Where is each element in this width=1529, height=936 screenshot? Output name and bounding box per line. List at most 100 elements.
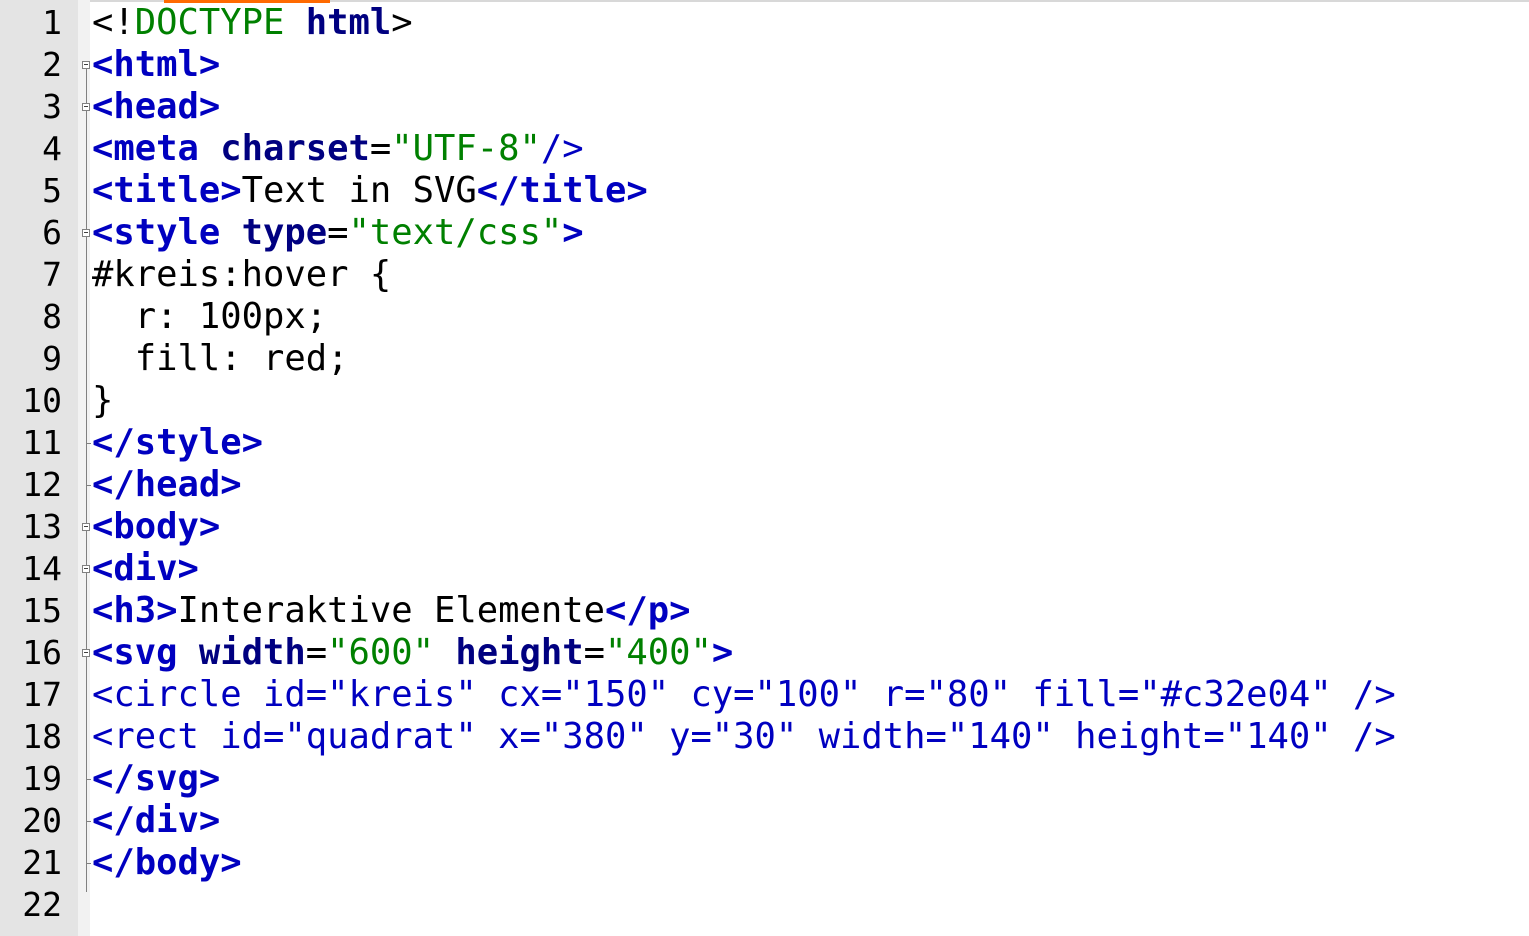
code-text[interactable]: <circle id="kreis" cx="150" cy="100" r="… <box>92 674 1396 716</box>
line-number: 15 <box>22 591 62 630</box>
code-line[interactable]: 1 <!DOCTYPE html> <box>0 2 1529 44</box>
line-number: 22 <box>22 885 62 924</box>
code-token: > <box>391 2 413 43</box>
code-line[interactable]: 17 <circle id="kreis" cx="150" cy="100" r… <box>0 674 1529 716</box>
code-token: <div> <box>92 548 199 589</box>
code-token: DOCTYPE <box>134 2 285 43</box>
code-token: height <box>455 632 584 673</box>
code-token: > <box>562 212 584 253</box>
code-text[interactable]: <head> <box>92 86 220 128</box>
code-text[interactable]: </head> <box>92 464 242 506</box>
code-line[interactable]: 4 <meta charset="UTF-8"/> <box>0 128 1529 170</box>
line-number: 1 <box>42 3 62 42</box>
line-number: 14 <box>22 549 62 588</box>
line-number: 9 <box>42 339 62 378</box>
code-line[interactable]: 15 <h3>Interaktive Elemente</p> <box>0 590 1529 632</box>
code-token: </style> <box>92 422 263 463</box>
code-line[interactable]: 14 <div> <box>0 548 1529 590</box>
line-number: 17 <box>22 675 62 714</box>
code-text[interactable]: </style> <box>92 422 263 464</box>
code-text[interactable]: <html> <box>92 44 220 86</box>
code-text[interactable]: <!DOCTYPE html> <box>92 2 413 44</box>
code-line[interactable]: 11 </style> <box>0 422 1529 464</box>
code-token: "600" <box>327 632 434 673</box>
code-token: "text/css" <box>348 212 563 253</box>
code-token: <title> <box>92 170 242 211</box>
code-token: </p> <box>604 590 691 631</box>
code-token: #kreis:hover { <box>92 254 392 295</box>
code-line[interactable]: 7 #kreis:hover { <box>0 254 1529 296</box>
code-token: <h3> <box>92 590 178 631</box>
line-number: 21 <box>22 843 62 882</box>
code-token: /> <box>540 128 584 169</box>
code-line[interactable]: 9 fill: red; <box>0 338 1529 380</box>
line-number: 7 <box>42 255 62 294</box>
code-token: <circle id="kreis" cx="150" cy="100" r="… <box>92 674 1396 715</box>
code-token: </div> <box>92 800 221 841</box>
code-text[interactable]: r: 100px; <box>92 296 327 338</box>
code-token: </svg> <box>92 758 221 799</box>
code-line[interactable]: 21 </body> <box>0 842 1529 884</box>
code-token: > <box>711 632 734 673</box>
code-token: charset <box>220 128 370 169</box>
code-line[interactable]: 10} <box>0 380 1529 422</box>
code-line[interactable]: 2 <html> <box>0 44 1529 86</box>
code-text[interactable]: <svg width="600" height="400"> <box>92 632 733 674</box>
code-text[interactable]: <div> <box>92 548 199 590</box>
code-line[interactable]: 3 <head> <box>0 86 1529 128</box>
code-line[interactable]: 8 r: 100px; <box>0 296 1529 338</box>
code-token: "400" <box>605 632 712 673</box>
code-text[interactable]: fill: red; <box>92 338 349 380</box>
code-token: = <box>369 128 392 169</box>
code-text[interactable]: <rect id="quadrat" x="380" y="30" width=… <box>92 716 1396 758</box>
code-token: <html> <box>92 44 221 85</box>
code-token: Interaktive Elemente <box>177 590 605 631</box>
code-token: </title> <box>476 170 648 211</box>
line-number: 2 <box>42 45 62 84</box>
code-line[interactable]: 13 <body> <box>0 506 1529 548</box>
code-line[interactable]: 18 <rect id="quadrat" x="380" y="30" widt… <box>0 716 1529 758</box>
code-token: fill: red; <box>92 338 349 379</box>
code-text[interactable]: <meta charset="UTF-8"/> <box>92 128 584 170</box>
code-text[interactable]: <h3>Interaktive Elemente</p> <box>92 590 690 632</box>
code-token: <meta <box>92 128 199 169</box>
code-editor[interactable]: 1 <!DOCTYPE html> 2 <html> 3 <head> 4 <meta cha… <box>0 0 1529 936</box>
code-text[interactable]: } <box>92 380 113 422</box>
line-number: 20 <box>22 801 62 840</box>
line-number: 18 <box>22 717 62 756</box>
code-text[interactable]: </div> <box>92 800 220 842</box>
code-line[interactable]: 12 </head> <box>0 464 1529 506</box>
line-number: 11 <box>22 423 62 462</box>
code-token: </body> <box>92 842 242 883</box>
line-number: 8 <box>42 297 62 336</box>
code-token: r: 100px; <box>92 296 328 337</box>
code-token: = <box>583 632 605 673</box>
code-line[interactable]: 5 <title>Text in SVG</title> <box>0 170 1529 212</box>
code-token: <! <box>92 2 135 43</box>
line-number: 13 <box>22 507 62 546</box>
code-line[interactable]: 20 </div> <box>0 800 1529 842</box>
code-text[interactable]: </body> <box>92 842 242 884</box>
code-line[interactable]: 19 </svg> <box>0 758 1529 800</box>
line-number: 6 <box>42 213 62 252</box>
code-text[interactable]: <body> <box>92 506 220 548</box>
code-text[interactable]: <title>Text in SVG</title> <box>92 170 648 212</box>
line-number: 19 <box>22 759 62 798</box>
code-token: </head> <box>92 464 242 505</box>
line-number: 3 <box>42 87 62 126</box>
line-number: 10 <box>22 381 62 420</box>
code-line[interactable]: 22 <box>0 884 1529 926</box>
code-text[interactable]: #kreis:hover { <box>92 254 391 296</box>
code-text[interactable]: <style type="text/css"> <box>92 212 584 254</box>
code-token: width <box>198 632 306 673</box>
code-token: Text in SVG <box>241 170 477 211</box>
line-number: 5 <box>42 171 62 210</box>
code-line[interactable]: 6 <style type="text/css"> <box>0 212 1529 254</box>
code-text[interactable]: </svg> <box>92 758 220 800</box>
code-line[interactable]: 16 <svg width="600" height="400"> <box>0 632 1529 674</box>
